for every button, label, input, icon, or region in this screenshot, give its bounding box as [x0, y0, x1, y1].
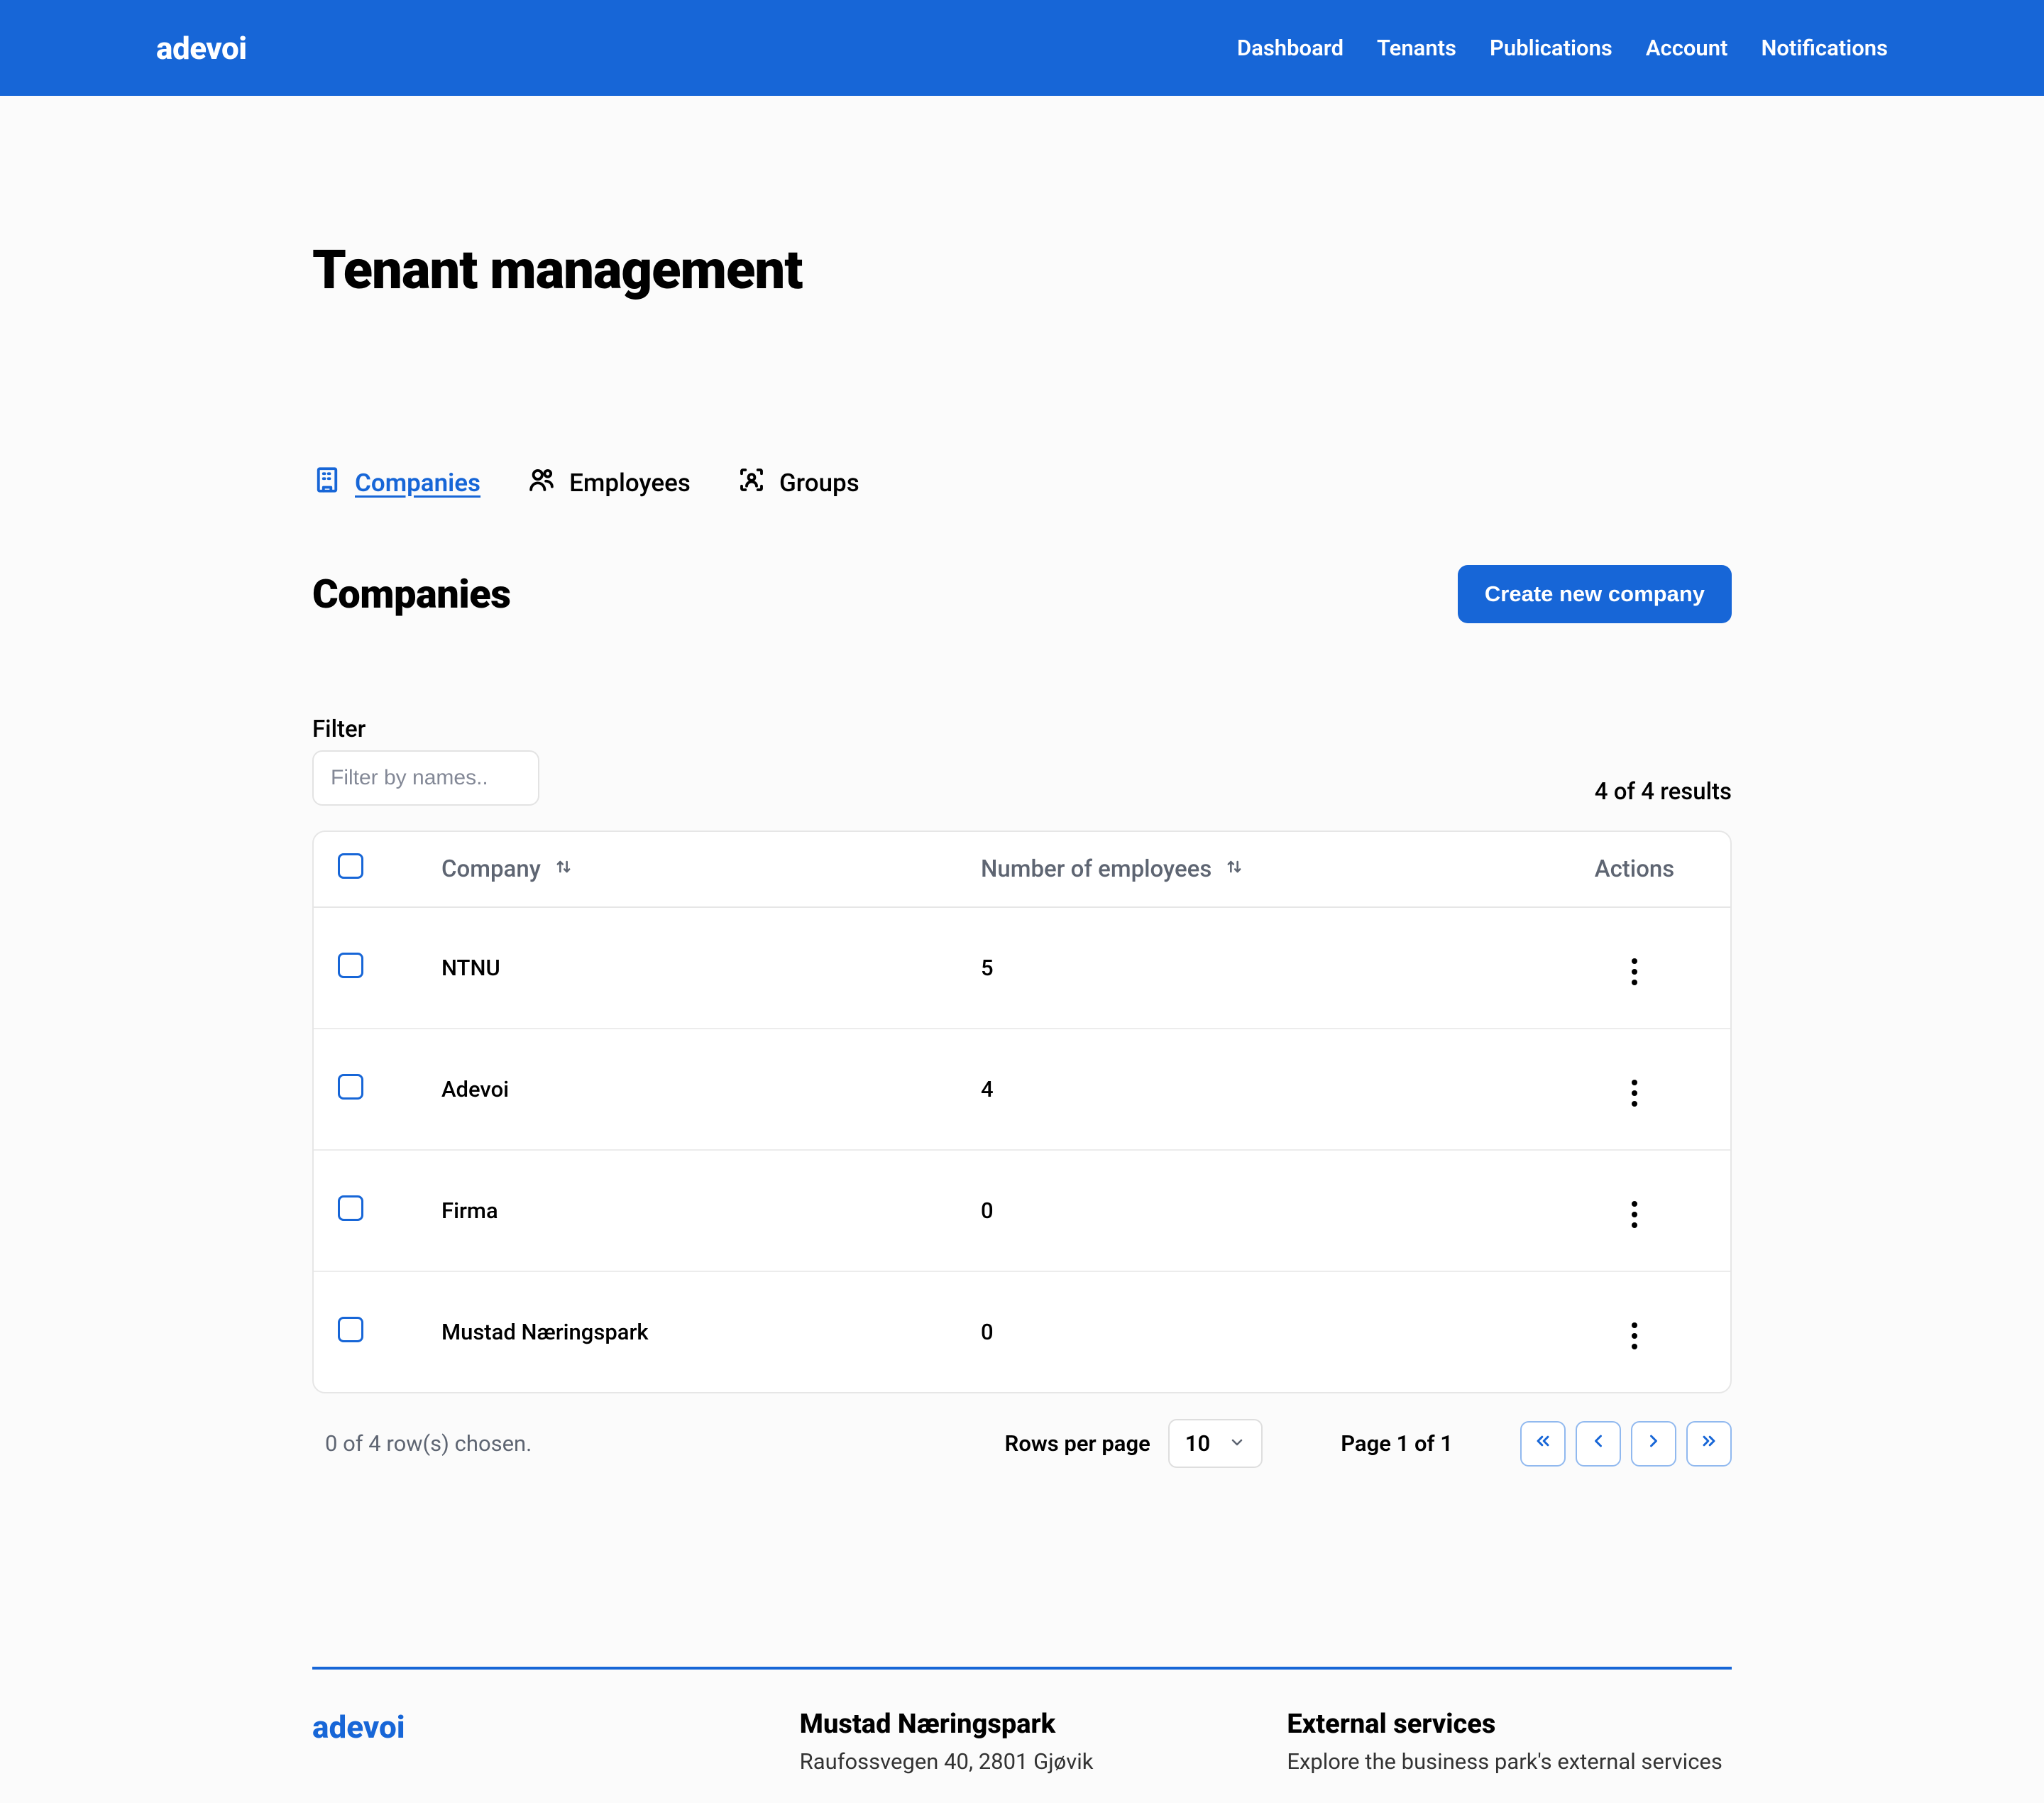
main-nav: Dashboard Tenants Publications Account N…: [1237, 35, 1888, 61]
rows-per-page-select[interactable]: 10: [1168, 1419, 1263, 1468]
row-company: Adevoi: [441, 1029, 981, 1150]
footer-col2-heading: External services: [1287, 1709, 1732, 1740]
sort-icon: [1224, 855, 1244, 883]
results-count: 4 of 4 results: [1595, 778, 1732, 806]
row-employees: 5: [981, 907, 1539, 1029]
row-actions-menu[interactable]: [1625, 1315, 1644, 1357]
pager-first-button[interactable]: [1520, 1421, 1566, 1467]
table-footer: 0 of 4 row(s) chosen. Rows per page 10 P…: [312, 1419, 1732, 1468]
footer-brand[interactable]: adevoi: [312, 1709, 757, 1746]
row-actions-menu[interactable]: [1625, 951, 1644, 992]
pager-last-button[interactable]: [1686, 1421, 1732, 1467]
nav-account[interactable]: Account: [1646, 35, 1728, 61]
footer-col1-sub: Raufossvegen 40, 2801 Gjøvik: [800, 1748, 1245, 1775]
building-icon: [312, 465, 342, 501]
tab-groups[interactable]: Groups: [737, 465, 859, 501]
pager: [1520, 1421, 1732, 1467]
nav-publications[interactable]: Publications: [1490, 35, 1612, 61]
column-employees-sort[interactable]: Number of employees: [981, 855, 1244, 883]
chevron-right-icon: [1644, 1430, 1664, 1457]
nav-tenants[interactable]: Tenants: [1377, 35, 1456, 61]
table-row: Mustad Næringspark0: [314, 1271, 1730, 1392]
tab-companies[interactable]: Companies: [312, 465, 480, 501]
tabs: Companies Employees Groups: [312, 465, 1732, 501]
pager-prev-button[interactable]: [1576, 1421, 1621, 1467]
filter-label: Filter: [312, 716, 539, 743]
rows-chosen-text: 0 of 4 row(s) chosen.: [312, 1430, 1005, 1457]
chevron-left-icon: [1588, 1430, 1608, 1457]
chevron-down-icon: [1229, 1430, 1246, 1457]
tab-label: Employees: [569, 468, 691, 498]
footer-col2-sub: Explore the business park's external ser…: [1287, 1748, 1732, 1775]
brand-logo[interactable]: adevoi: [156, 30, 247, 67]
sort-icon: [554, 855, 573, 883]
row-checkbox[interactable]: [338, 1317, 363, 1342]
footer: adevoi Mustad Næringspark Raufossvegen 4…: [312, 1670, 1732, 1803]
row-company: Mustad Næringspark: [441, 1271, 981, 1392]
tab-label: Groups: [779, 468, 859, 498]
pager-next-button[interactable]: [1631, 1421, 1676, 1467]
row-employees: 0: [981, 1150, 1539, 1271]
select-all-checkbox[interactable]: [338, 853, 363, 879]
page-main: Tenant management Companies: [156, 238, 1888, 1803]
column-company-sort[interactable]: Company: [441, 855, 573, 883]
nav-dashboard[interactable]: Dashboard: [1237, 35, 1344, 61]
chevrons-left-icon: [1533, 1430, 1553, 1457]
page-title: Tenant management: [312, 238, 1732, 302]
tab-label: Companies: [355, 468, 480, 498]
row-actions-menu[interactable]: [1625, 1194, 1644, 1235]
footer-col1-heading: Mustad Næringspark: [800, 1709, 1245, 1740]
row-actions-menu[interactable]: [1625, 1073, 1644, 1114]
row-company: Firma: [441, 1150, 981, 1271]
page-info: Page 1 of 1: [1341, 1430, 1453, 1457]
row-company: NTNU: [441, 907, 981, 1029]
table-row: NTNU5: [314, 907, 1730, 1029]
column-actions-label: Actions: [1539, 832, 1730, 907]
users-icon: [527, 465, 556, 501]
row-checkbox[interactable]: [338, 1195, 363, 1221]
chevrons-right-icon: [1699, 1430, 1719, 1457]
row-checkbox[interactable]: [338, 953, 363, 978]
top-bar: adevoi Dashboard Tenants Publications Ac…: [0, 0, 2044, 96]
tab-employees[interactable]: Employees: [527, 465, 691, 501]
rows-per-page-value: 10: [1185, 1430, 1210, 1457]
companies-table: Company Number of employees: [312, 831, 1732, 1393]
section-header: Companies Create new company: [312, 565, 1732, 623]
column-company-label: Company: [441, 855, 541, 883]
row-employees: 0: [981, 1271, 1539, 1392]
filter-input[interactable]: [312, 750, 539, 806]
row-employees: 4: [981, 1029, 1539, 1150]
filter-row: Filter 4 of 4 results: [312, 716, 1732, 806]
section-title: Companies: [312, 571, 510, 618]
rows-per-page: Rows per page 10: [1005, 1419, 1263, 1468]
nav-notifications[interactable]: Notifications: [1761, 35, 1888, 61]
table-row: Firma0: [314, 1150, 1730, 1271]
table-row: Adevoi4: [314, 1029, 1730, 1150]
create-company-button[interactable]: Create new company: [1458, 565, 1732, 623]
row-checkbox[interactable]: [338, 1074, 363, 1100]
scan-group-icon: [737, 465, 766, 501]
rows-per-page-label: Rows per page: [1005, 1430, 1150, 1457]
column-employees-label: Number of employees: [981, 855, 1211, 883]
